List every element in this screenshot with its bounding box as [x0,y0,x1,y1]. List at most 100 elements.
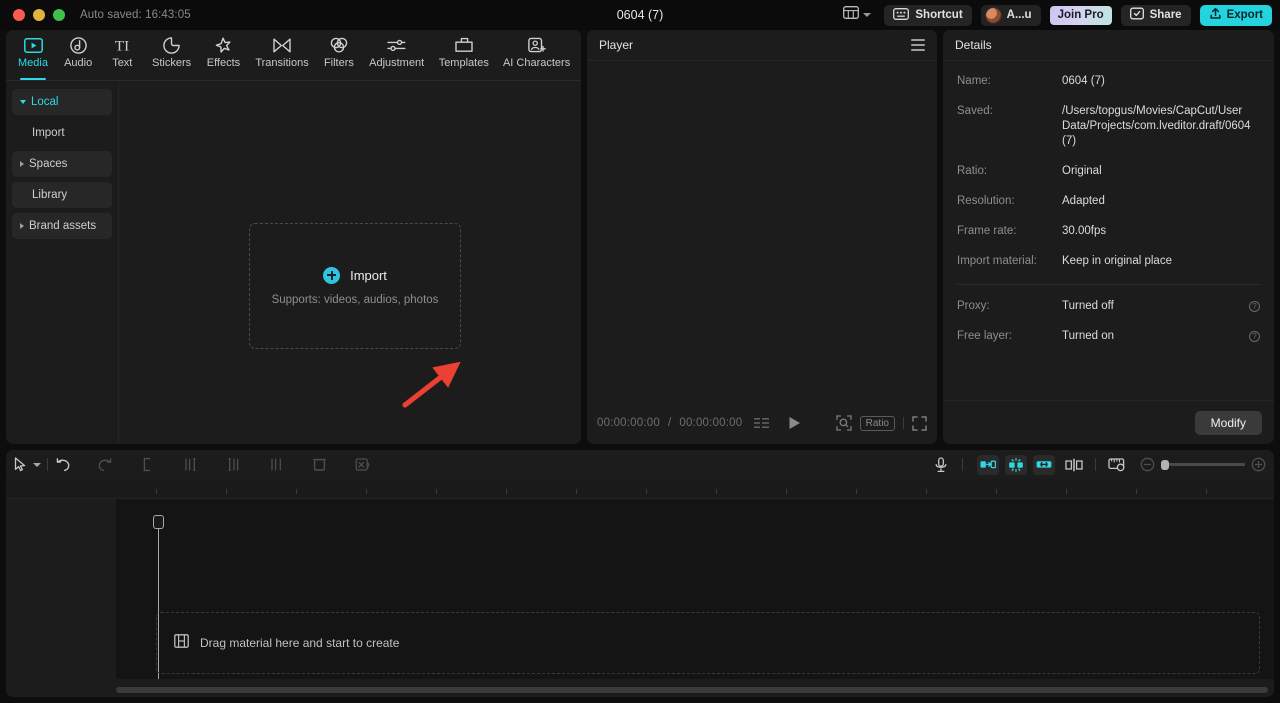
player-time-separator: / [667,417,672,429]
sidebar-item-import-label: Import [32,127,65,139]
join-pro-button[interactable]: Join Pro [1049,5,1112,25]
player-preview-stage[interactable] [587,62,937,402]
film-strip-icon [174,633,189,653]
ruler-preview-icon[interactable] [1108,457,1126,472]
adjustment-icon [387,36,406,54]
details-divider [957,284,1260,285]
sidebar-item-library[interactable]: Library [12,182,112,208]
timeline-zoom-slider[interactable] [1161,459,1245,470]
zoom-slider-handle[interactable] [1161,459,1169,470]
help-icon[interactable]: ? [1249,301,1260,312]
magnet-icon[interactable] [1005,454,1027,475]
trim-right-icon [226,457,241,472]
templates-icon [455,36,473,54]
ratio-button[interactable]: Ratio [859,415,895,431]
media-tab-bar: Media Audio TI Text Stickers Effects Tra… [6,30,581,80]
top-panels: Media Audio TI Text Stickers Effects Tra… [0,30,1280,444]
playhead-handle[interactable] [153,515,164,529]
zoom-in-icon[interactable] [1251,457,1266,472]
details-key: Name: [957,75,991,87]
quality-levels-icon[interactable] [754,417,770,429]
account-button[interactable]: A...u [980,4,1041,26]
title-bar-actions: Shortcut A...u Join Pro Share Export [839,0,1272,30]
tab-stickers[interactable]: Stickers [144,36,199,74]
text-icon: TI [111,36,133,54]
zoom-fit-icon[interactable] [835,415,852,431]
player-title: Player [599,38,634,52]
sidebar-item-local-label: Local [31,96,59,108]
timeline-ruler[interactable] [6,479,1274,499]
sidebar-item-import[interactable]: Import [12,120,112,146]
layout-switcher-button[interactable] [839,3,875,27]
microphone-icon[interactable] [934,456,948,473]
capcut-editor-window: Auto saved: 16:43:05 0604 (7) Shortcut A… [0,0,1280,703]
modify-button[interactable]: Modify [1194,410,1262,435]
redo-icon [97,457,112,472]
adsorption-icon[interactable] [977,454,999,475]
details-key: Saved: [957,105,993,117]
details-header: Details [943,30,1274,61]
tab-ai-characters[interactable]: AI Characters [496,36,577,74]
player-total-time: 00:00:00:00 [679,417,743,429]
ai-characters-icon [527,36,546,54]
help-icon[interactable]: ? [1249,331,1260,342]
minimize-window-button[interactable] [33,9,45,21]
media-sidebar: Local Import Spaces Library Brand assets [6,81,119,444]
tab-adjustment-label: Adjustment [369,57,425,69]
import-action[interactable]: Import [323,266,387,284]
annotation-arrow-icon [402,361,461,408]
fullscreen-icon[interactable] [912,415,927,431]
details-value: 0604 (7) [1062,75,1105,87]
player-current-time: 00:00:00:00 [597,417,660,429]
tab-templates[interactable]: Templates [431,36,496,74]
tab-audio[interactable]: Audio [56,36,100,74]
details-panel: Details Name: 0604 (7) Saved: /Users/top… [943,30,1274,444]
close-window-button[interactable] [13,9,25,21]
media-content-area: Import Supports: videos, audios, photos [119,81,581,444]
tab-media[interactable]: Media [10,36,56,80]
hamburger-menu-icon[interactable] [911,39,925,51]
tab-effects-label: Effects [206,57,241,69]
share-button[interactable]: Share [1120,4,1191,26]
export-button[interactable]: Export [1199,4,1272,26]
timeline-panel: Drag material here and start to create [6,450,1274,697]
divider [962,458,963,471]
autosave-status: Auto saved: 16:43:05 [80,9,191,21]
link-icon[interactable] [1033,454,1055,475]
tab-adjustment[interactable]: Adjustment [362,36,431,74]
import-dropzone[interactable]: Import Supports: videos, audios, photos [249,223,461,349]
trim-left-icon [183,457,198,472]
shortcut-label: Shortcut [915,9,963,21]
tab-text[interactable]: TI Text [100,36,144,74]
window-controls[interactable]: Auto saved: 16:43:05 [0,9,191,21]
player-panel: Player 00:00:00:00 / 00:00:00:00 Ratio [587,30,937,444]
tab-effects[interactable]: Effects [199,36,248,74]
sidebar-item-local[interactable]: Local [12,89,112,115]
timeline-horizontal-scrollbar[interactable] [116,687,1268,693]
details-row-saved: Saved: /Users/topgus/Movies/CapCut/User … [957,104,1260,149]
sidebar-item-spaces[interactable]: Spaces [12,151,112,177]
svg-text:TI: TI [115,38,129,53]
keyboard-icon [893,7,910,23]
zoom-out-icon[interactable] [1140,457,1155,472]
tab-transitions-label: Transitions [255,57,309,69]
chevron-down-icon[interactable] [33,462,41,467]
tab-transitions[interactable]: Transitions [248,36,316,74]
split-mode-icon[interactable] [1065,458,1083,472]
audio-icon [69,36,87,54]
scrollbar-thumb[interactable] [116,687,1268,693]
timeline-drop-placeholder[interactable]: Drag material here and start to create [156,612,1260,674]
title-bar: Auto saved: 16:43:05 0604 (7) Shortcut A… [0,0,1280,30]
undo-icon[interactable] [56,457,71,472]
player-header: Player [587,30,937,61]
tab-filters[interactable]: Filters [316,36,362,74]
details-value: /Users/topgus/Movies/CapCut/User Data/Pr… [1062,105,1251,147]
sidebar-item-brand-assets[interactable]: Brand assets [12,213,112,239]
cursor-icon[interactable] [14,457,27,472]
maximize-window-button[interactable] [53,9,65,21]
account-name: A...u [1006,9,1032,21]
tab-text-label: Text [112,57,133,69]
timeline-canvas[interactable]: Drag material here and start to create [116,499,1274,679]
play-icon[interactable] [788,416,801,430]
shortcut-button[interactable]: Shortcut [884,4,972,26]
